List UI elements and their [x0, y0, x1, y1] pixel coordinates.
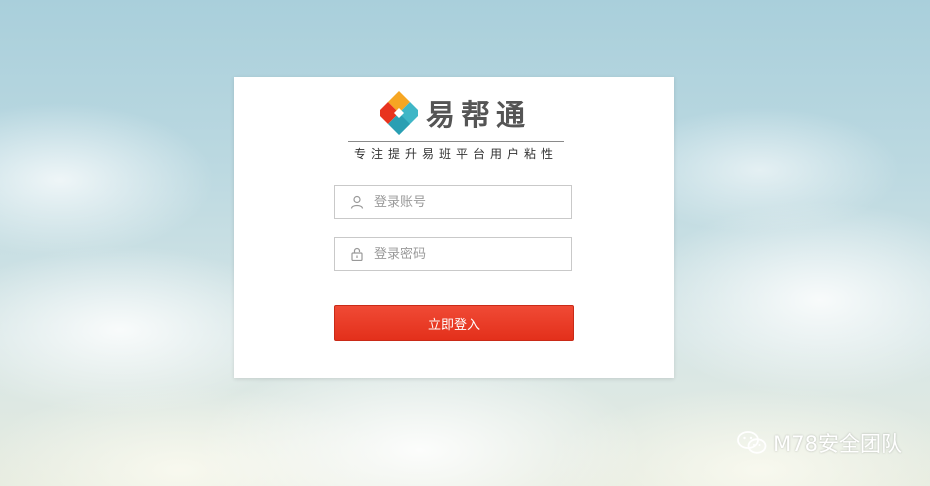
- brand-divider: [348, 141, 564, 142]
- wechat-icon: [737, 431, 767, 454]
- account-input[interactable]: [374, 194, 554, 210]
- lock-icon: [351, 247, 363, 261]
- watermark-text: M78安全团队: [773, 432, 902, 456]
- brand-logo: 易帮通: [380, 91, 540, 135]
- brand-name: 易帮通: [426, 98, 532, 132]
- password-field[interactable]: [334, 237, 572, 271]
- login-card: 易帮通 专注提升易班平台用户粘性 立即登入: [234, 77, 674, 378]
- watermark: M78安全团队: [737, 428, 902, 458]
- user-icon: [350, 195, 364, 209]
- brand-slogan: 专注提升易班平台用户粘性: [353, 147, 558, 161]
- brand-logo-icon: [380, 91, 418, 135]
- password-input[interactable]: [374, 246, 554, 262]
- account-field[interactable]: [334, 185, 572, 219]
- login-button[interactable]: 立即登入: [334, 305, 574, 341]
